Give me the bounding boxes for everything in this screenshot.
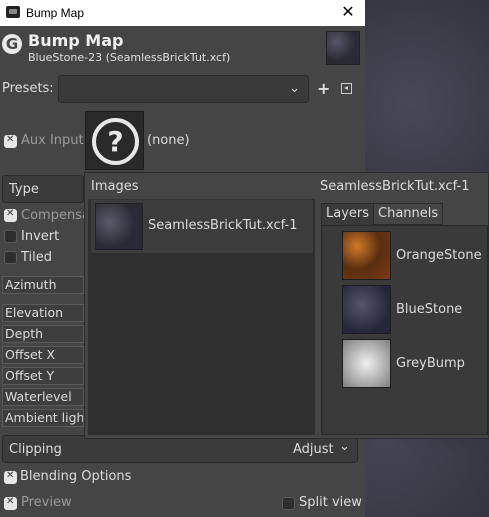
layer-name[interactable]: OrangeStone — [396, 248, 482, 263]
drawable-thumbnail — [326, 31, 360, 65]
clipping-combo[interactable]: Clipping Adjust ⌄ — [2, 435, 358, 463]
layer-name[interactable]: GreyBump — [396, 356, 465, 371]
aux-input-label: Aux Input — [21, 133, 84, 148]
title-bar: Bump Map ✕ — [0, 0, 365, 26]
compensate-label: Compensa — [21, 208, 90, 223]
gimp-logo-icon: G — [2, 34, 22, 54]
compensate-checkbox[interactable] — [4, 208, 17, 222]
add-preset-button[interactable]: + — [317, 79, 330, 98]
chevron-down-icon: ⌄ — [339, 439, 350, 454]
tiled-checkbox[interactable] — [4, 251, 17, 264]
invert-checkbox[interactable] — [4, 230, 17, 243]
tiled-label: Tiled — [21, 250, 53, 265]
image-thumbnail — [95, 203, 143, 250]
split-view-checkbox[interactable] — [282, 497, 295, 510]
blending-options-expander[interactable] — [4, 470, 17, 484]
invert-label: Invert — [21, 229, 60, 244]
layer-name[interactable]: BlueStone — [396, 302, 462, 317]
image-header: SeamlessBrickTut.xcf-1 — [320, 179, 470, 194]
chevron-down-icon: ⌄ — [289, 81, 300, 96]
app-icon — [6, 6, 20, 18]
ambient-light-slider[interactable]: Ambient ligh — [2, 409, 84, 427]
depth-slider[interactable]: Depth — [2, 325, 84, 343]
layer-thumbnail-greybump[interactable] — [342, 339, 391, 388]
aux-input-picker[interactable]: ? — [85, 111, 144, 170]
preview-checkbox[interactable] — [4, 496, 17, 510]
clipping-label: Clipping — [9, 442, 62, 457]
image-name: SeamlessBrickTut.xcf-1 — [148, 218, 298, 233]
aux-input-value: (none) — [147, 133, 190, 148]
question-icon: ? — [92, 118, 139, 165]
tab-layers[interactable]: Layers — [321, 203, 375, 225]
tab-channels[interactable]: Channels — [373, 203, 444, 225]
offset-y-slider[interactable]: Offset Y — [2, 367, 84, 385]
type-combo[interactable]: Type — [2, 175, 84, 203]
window-title: Bump Map — [26, 6, 85, 20]
images-header: Images — [91, 179, 139, 194]
preview-label: Preview — [21, 495, 72, 510]
azimuth-slider[interactable]: Azimuth — [2, 276, 84, 294]
offset-x-slider[interactable]: Offset X — [2, 346, 84, 364]
elevation-slider[interactable]: Elevation — [2, 304, 84, 322]
aux-input-checkbox[interactable] — [4, 134, 17, 148]
layer-thumbnail-orangestone[interactable] — [342, 231, 391, 280]
type-label: Type — [9, 182, 39, 197]
presets-label: Presets: — [2, 81, 54, 96]
clipping-value: Adjust — [293, 442, 334, 457]
preset-menu-button[interactable] — [341, 83, 352, 94]
blending-options-label[interactable]: Blending Options — [20, 469, 131, 484]
close-button[interactable]: ✕ — [331, 0, 365, 26]
waterlevel-slider[interactable]: Waterlevel — [2, 388, 84, 406]
layer-thumbnail-bluestone[interactable] — [342, 285, 391, 334]
presets-combo[interactable]: ⌄ — [58, 75, 309, 103]
dialog-title: Bump Map — [28, 31, 124, 50]
dialog-subtitle: BlueStone-23 (SeamlessBrickTut.xcf) — [28, 51, 231, 64]
split-view-label: Split view — [299, 495, 362, 510]
